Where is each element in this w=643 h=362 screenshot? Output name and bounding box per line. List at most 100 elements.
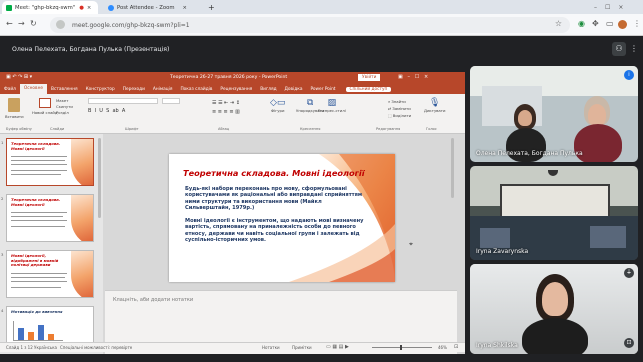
ppt-tab-help[interactable]: Довідка (281, 87, 307, 92)
ppt-title-bar: ▣ ↶ ↷ ⊞ ▾ Теоретична 26-27 травня 2026 р… (0, 72, 465, 84)
address-bar[interactable]: meet.google.com/ghp-bkzq-swm?pli=1 ☆ (50, 17, 570, 33)
tab-close-icon[interactable]: × (87, 5, 91, 11)
slide-paragraph-1[interactable]: Будь-які набори переконань про мову, сфо… (185, 186, 365, 212)
ppt-tab-animations[interactable]: Анімація (149, 87, 177, 92)
reload-icon[interactable]: ↻ (30, 19, 37, 28)
ppt-tab-insert[interactable]: Вставлення (47, 87, 82, 92)
ppt-ribbon: Вставити Новий слайд Макет Скинути Розді… (0, 94, 465, 134)
new-slide-label: Новий слайд (32, 110, 58, 115)
slide-thumbnail-1[interactable]: Теоретична складова. Мовні ідеології (6, 138, 94, 186)
paste-button[interactable]: Вставити (5, 98, 24, 119)
ppt-tab-slideshow[interactable]: Показ слайдів (176, 87, 216, 92)
paragraph-controls[interactable]: ☰ ☰ ⇤ ⇥ ↕ ≡ ≡ ≡ ≡ ▥ (212, 99, 240, 117)
participant-tile-3[interactable]: ⏚ ⊡ Iryna Shkilska (470, 264, 638, 354)
slide-title[interactable]: Теоретична складова. Мовні ідеології (183, 168, 365, 178)
tile-options-icon[interactable]: ⊡ (624, 338, 634, 348)
profile-avatar-icon[interactable] (618, 20, 627, 29)
group-editing: Редагування (376, 127, 401, 131)
shapes-label: Фігури (270, 108, 285, 113)
back-icon[interactable]: ← (6, 19, 13, 28)
dictate-button[interactable]: 🎙 Диктувати (424, 98, 445, 113)
slide-thumbnail-2[interactable]: Теоретична складова. Мовні ідеології (6, 194, 94, 242)
bookmark-star-icon[interactable]: ☆ (555, 19, 562, 28)
more-options-icon[interactable]: ⋮ (630, 44, 638, 53)
font-format-icons[interactable]: B I U S ab A (88, 108, 125, 114)
tab-close-icon[interactable]: × (183, 5, 187, 11)
participant-3-body (522, 318, 588, 354)
ppt-tab-view[interactable]: Вигляд (256, 87, 280, 92)
ppt-tab-file[interactable]: Файл (0, 87, 20, 92)
slide-thumbnail-3[interactable]: Мовні ідеології, відображені в мовній по… (6, 250, 94, 298)
minimize-icon[interactable]: – (594, 4, 597, 11)
view-buttons[interactable]: ▭ ▦ ▤ ▶ (326, 344, 349, 350)
select-button[interactable]: ⬚ Виділити (388, 112, 411, 119)
thumb-number: 4 (1, 308, 4, 313)
slide-paragraph-2[interactable]: Мовні ідеології є інструментом, що надаю… (185, 218, 365, 244)
fit-slide-icon[interactable]: ⊡ (454, 344, 458, 350)
paste-icon (8, 98, 21, 112)
participant-tile-2[interactable]: Iryna Zavarynska (470, 166, 638, 260)
ppt-signin-button[interactable]: Увійти (358, 74, 381, 81)
browser-tab-bar: Meet: "ghp-bkzq-swm" ● × Post Attendee -… (0, 0, 643, 14)
replace-button[interactable]: ⇄ Замінити (388, 105, 411, 112)
sidebar-icon[interactable]: ▭ (606, 19, 614, 28)
group-drawing: Креслення (300, 127, 321, 131)
comments-button[interactable]: Примітки (292, 345, 312, 350)
slide-editing-canvas: Теоретична складова. Мовні ідеології Буд… (105, 134, 457, 358)
shapes-icon: ◇▭ (270, 98, 286, 108)
presenter-label: Олена Пелехата, Богдана Пулька (Презента… (12, 46, 170, 53)
font-name-box[interactable] (88, 98, 158, 104)
zoom-slider[interactable] (372, 345, 432, 350)
dictate-label: Диктувати (424, 108, 446, 113)
site-info-icon[interactable] (56, 20, 65, 29)
accessibility-checker[interactable]: Спеціальні можливості: перевірте (60, 345, 132, 350)
thumbs-scrollbar[interactable] (98, 138, 101, 218)
ppt-tab-review[interactable]: Рецензування (216, 87, 256, 92)
slide-thumbnail-4[interactable]: Мотивація до вивчення (6, 306, 94, 346)
ppt-tab-transitions[interactable]: Переходи (119, 87, 149, 92)
font-size-box[interactable] (162, 98, 180, 104)
ppt-tab-powerpoint[interactable]: Power Point (306, 87, 339, 92)
group-clipboard: Буфер обміну (6, 127, 32, 131)
section-button[interactable]: Розділ (56, 110, 73, 116)
ppt-tab-design[interactable]: Конструктор (82, 87, 119, 92)
slide-count: Слайд 1 з 12 (6, 345, 33, 350)
zoom-slider-thumb[interactable] (400, 345, 402, 350)
new-slide-button[interactable]: Новий слайд (32, 98, 58, 115)
participant-tile-1[interactable]: ⁞ Олена Пелехата, Богдана Пулька (470, 66, 638, 162)
group-paragraph: Абзац (218, 127, 230, 131)
mouse-cursor-icon: ⌖ (409, 240, 413, 248)
participant-name: Олена Пелехата, Богдана Пулька (476, 150, 583, 157)
ppt-window-title: Теоретична 26-27 травня 2026 року - Powe… (170, 75, 288, 80)
find-button[interactable]: ⌕ Знайти (388, 98, 411, 105)
thumb-title: Мотивація до вивчення (11, 309, 63, 314)
slide-thumbnails-pane: 1 Теоретична складова. Мовні ідеології 2… (0, 134, 103, 362)
current-slide[interactable]: Теоретична складова. Мовні ідеології Буд… (169, 154, 395, 282)
shapes-button[interactable]: ◇▭ Фігури (270, 98, 285, 113)
menu-kebab-icon[interactable]: ⋮ (633, 19, 641, 28)
microphone-icon: 🎙 (429, 98, 441, 108)
zoom-level[interactable]: 46% (438, 345, 447, 350)
zoom-favicon-icon (108, 4, 114, 11)
thumb-chart-graphic (13, 321, 63, 341)
canvas-scrollbar[interactable] (451, 138, 454, 198)
quick-styles-button[interactable]: ▨ Експрес-стилі (318, 98, 346, 113)
close-window-icon[interactable]: × (618, 4, 623, 11)
tab-zoom[interactable]: Post Attendee - Zoom × (104, 1, 200, 14)
url-text: meet.google.com/ghp-bkzq-swm?pli=1 (72, 21, 190, 29)
forward-icon[interactable]: → (18, 19, 25, 28)
ppt-share-button[interactable]: Спільний доступ (345, 86, 392, 92)
extension-icon[interactable]: ◉ (578, 19, 585, 28)
extensions-puzzle-icon[interactable]: ✥ (592, 19, 599, 28)
language-indicator[interactable]: Українська (34, 345, 57, 350)
paste-label: Вставити (5, 114, 24, 119)
layout-icon[interactable]: ⚇ (612, 42, 626, 56)
font-controls[interactable]: B I U S ab A (88, 98, 208, 116)
find-label: Знайти (391, 99, 406, 104)
new-tab-button[interactable]: + (204, 1, 216, 14)
recording-icon: ● (79, 4, 84, 11)
maximize-icon[interactable]: ☐ (605, 4, 610, 11)
ppt-tab-home[interactable]: Основне (19, 84, 48, 94)
notes-toggle-button[interactable]: Нотатки (262, 345, 280, 350)
tab-meet[interactable]: Meet: "ghp-bkzq-swm" ● × (2, 1, 98, 14)
